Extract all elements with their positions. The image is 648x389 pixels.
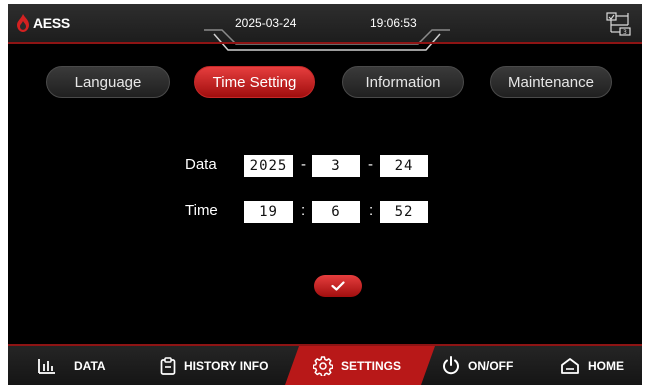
time-label: Time bbox=[185, 202, 218, 219]
brand-logo: AESS bbox=[16, 14, 70, 32]
confirm-button[interactable] bbox=[314, 275, 362, 297]
nav-home-label: HOME bbox=[588, 358, 624, 373]
header-bar: AESS 2025-03-24 19:06:53 3 bbox=[8, 4, 642, 51]
tab-time-setting[interactable]: Time Setting bbox=[194, 66, 315, 98]
time-separator-1: : bbox=[301, 202, 306, 219]
date-day-field[interactable]: 24 bbox=[380, 155, 428, 177]
nav-data[interactable]: DATA bbox=[38, 346, 106, 385]
time-hour-field[interactable]: 19 bbox=[244, 201, 293, 223]
nav-data-label: DATA bbox=[74, 358, 106, 373]
bar-chart-icon bbox=[38, 358, 55, 374]
tab-maintenance-label: Maintenance bbox=[508, 73, 594, 91]
tab-language[interactable]: Language bbox=[46, 66, 170, 98]
header-divider bbox=[8, 42, 642, 44]
flame-logo-icon bbox=[17, 14, 29, 32]
clipboard-icon bbox=[160, 356, 176, 375]
home-icon bbox=[561, 357, 579, 374]
checkmark-icon bbox=[331, 281, 345, 291]
svg-text:3: 3 bbox=[623, 29, 627, 36]
nav-history-info[interactable]: HISTORY INFO bbox=[160, 346, 268, 385]
nav-settings-label: SETTINGS bbox=[341, 358, 402, 373]
screen-bezel-left bbox=[0, 0, 8, 389]
power-icon bbox=[443, 356, 459, 375]
time-second-field[interactable]: 52 bbox=[380, 201, 428, 223]
screen-bezel-right bbox=[642, 0, 648, 389]
bottom-nav-bar: DATA HISTORY INFO SETTINGS ON/OFF HOME bbox=[8, 346, 642, 385]
tab-language-label: Language bbox=[74, 73, 142, 91]
date-month-field[interactable]: 3 bbox=[312, 155, 360, 177]
time-separator-2: : bbox=[369, 202, 374, 219]
gear-icon bbox=[313, 355, 333, 376]
network-topology-icon[interactable]: 3 bbox=[606, 12, 632, 36]
time-minute-field[interactable]: 6 bbox=[312, 201, 360, 223]
hmi-screen: AESS 2025-03-24 19:06:53 3 Language Time… bbox=[8, 4, 642, 385]
date-separator-2: - bbox=[368, 156, 373, 173]
header-notch-decoration bbox=[204, 29, 450, 51]
tab-maintenance[interactable]: Maintenance bbox=[490, 66, 612, 98]
nav-home[interactable]: HOME bbox=[560, 346, 624, 385]
brand-name: AESS bbox=[33, 15, 70, 31]
nav-history-info-label: HISTORY INFO bbox=[184, 358, 269, 373]
nav-on-off[interactable]: ON/OFF bbox=[442, 346, 513, 385]
date-year-field[interactable]: 2025 bbox=[244, 155, 293, 177]
screen-bezel-bottom bbox=[0, 385, 648, 389]
nav-settings[interactable]: SETTINGS bbox=[313, 346, 401, 385]
date-label: Data bbox=[185, 156, 217, 173]
tab-time-setting-label: Time Setting bbox=[212, 73, 297, 91]
tab-information[interactable]: Information bbox=[342, 66, 464, 98]
date-separator-1: - bbox=[301, 156, 306, 173]
tab-information-label: Information bbox=[365, 73, 441, 91]
nav-on-off-label: ON/OFF bbox=[468, 358, 514, 373]
